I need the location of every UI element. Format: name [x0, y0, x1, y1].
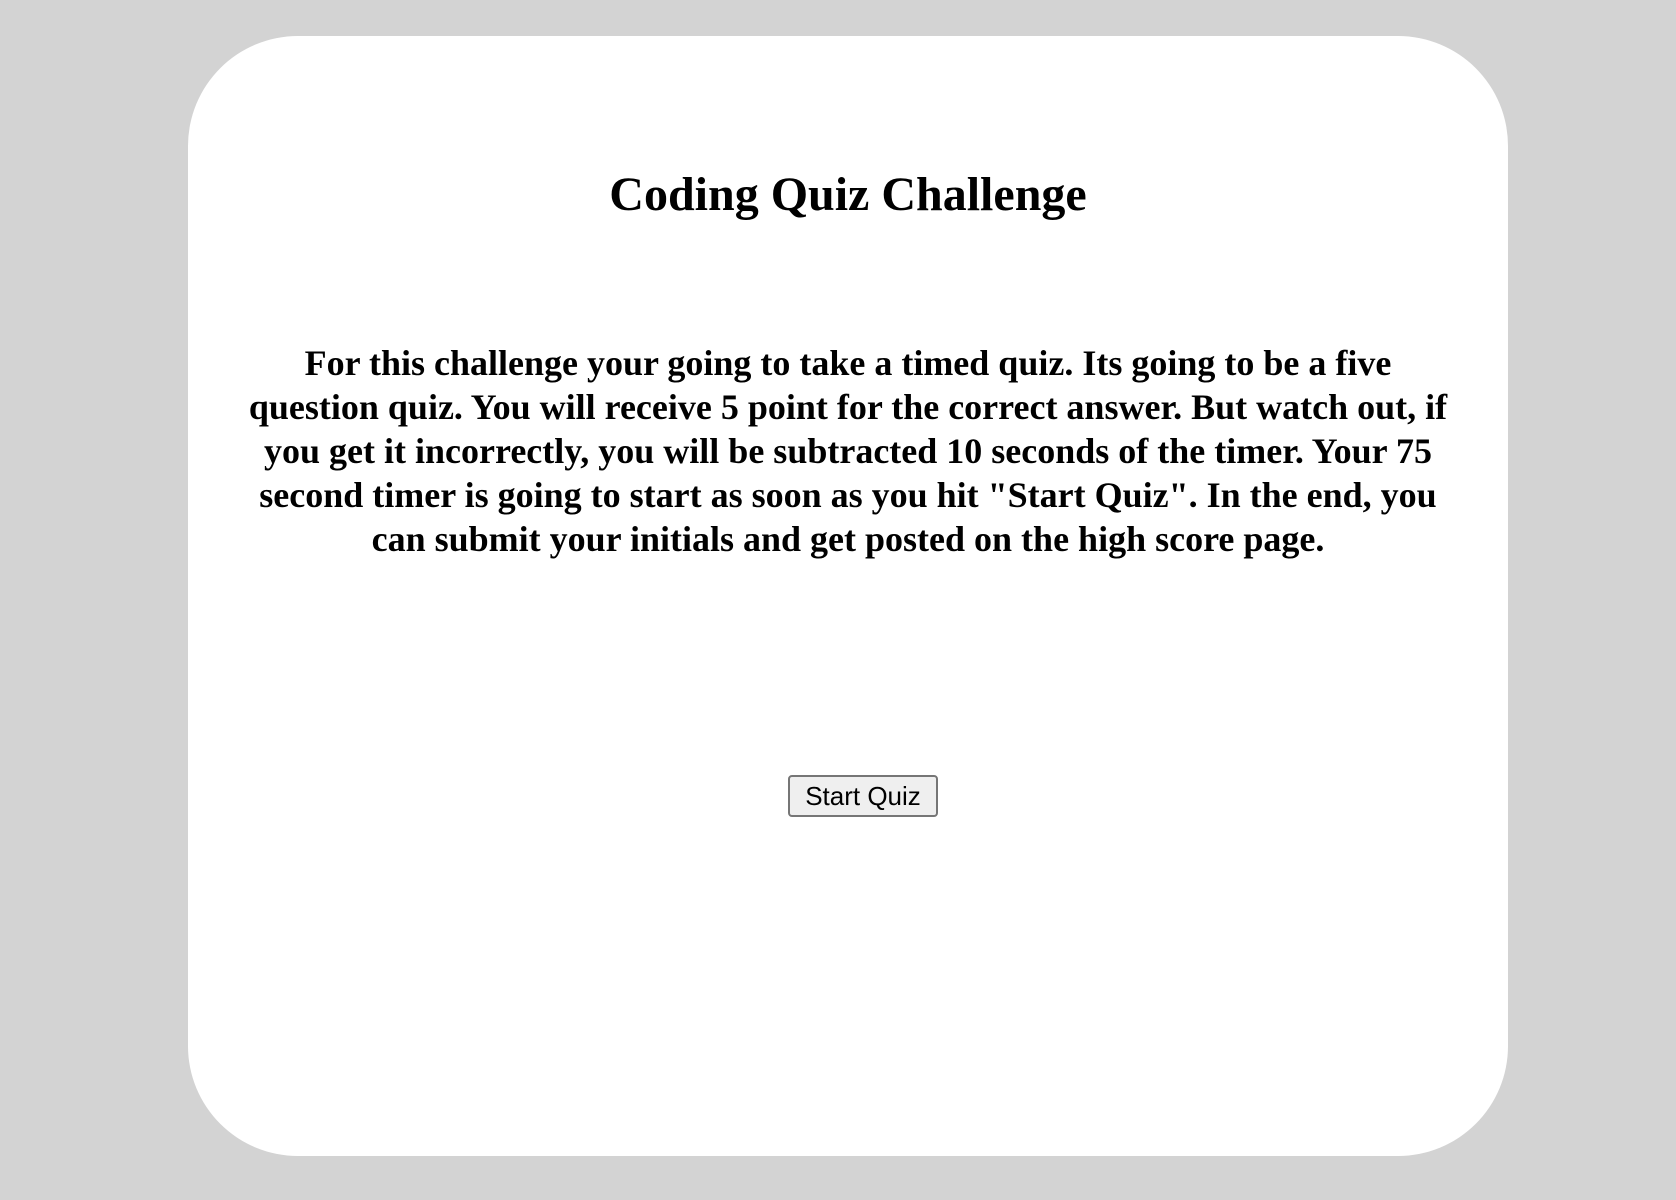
start-quiz-button[interactable]: Start Quiz	[788, 775, 938, 817]
page-title: Coding Quiz Challenge	[609, 168, 1087, 221]
quiz-instructions: For this challenge your going to take a …	[248, 343, 1448, 559]
quiz-card: Coding Quiz Challenge For this challenge…	[188, 36, 1508, 1156]
